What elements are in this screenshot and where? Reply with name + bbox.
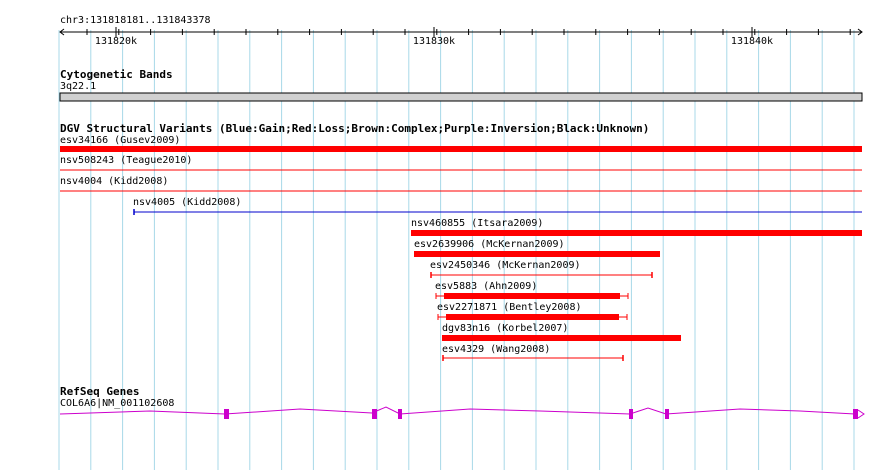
variant-label: esv4329 (Wang2008): [442, 344, 551, 355]
gene-model: [59, 406, 865, 419]
variant-bar: [442, 335, 681, 341]
gene-strand-arrow: [857, 409, 865, 419]
gene-exon: [853, 409, 858, 419]
gene-label: COL6A6|NM_001102608: [60, 398, 175, 409]
ruler-tick-label: 131820k: [94, 36, 138, 47]
variant-label: nsv460855 (Itsara2009): [411, 218, 544, 229]
gene-exon: [372, 409, 377, 419]
cytoband-track-title: Cytogenetic Bands: [60, 68, 173, 81]
variant-label: esv2271871 (Bentley2008): [437, 302, 582, 313]
gene-exon: [224, 409, 229, 419]
variant-label: nsv4005 (Kidd2008): [133, 197, 242, 208]
gene-exon: [629, 409, 633, 419]
cytoband-bar: [59, 92, 863, 102]
cytoband-label: 3q22.1: [60, 81, 97, 92]
variant-label: nsv508243 (Teague2010): [60, 155, 193, 166]
ruler-location: chr3:131818181..131843378: [60, 15, 211, 26]
variant-bar: [446, 314, 619, 320]
variant-label: esv5883 (Ahn2009): [435, 281, 538, 292]
dgv-track-title: DGV Structural Variants (Blue:Gain;Red:L…: [60, 122, 650, 135]
gene-exon: [665, 409, 669, 419]
cytoband-3q22-1: [59, 92, 863, 102]
gene-exon: [398, 409, 402, 419]
gene-intron-line: [59, 406, 856, 415]
variant-bar: [444, 293, 620, 299]
variant-bar: [411, 230, 862, 236]
variant-label: dgv83n16 (Korbel2007): [442, 323, 569, 334]
variant-label: esv2450346 (McKernan2009): [430, 260, 581, 271]
variant-label: nsv4004 (Kidd2008): [60, 176, 169, 187]
variant-bar: [414, 251, 660, 257]
refseq-track-title: RefSeq Genes: [60, 385, 140, 398]
ruler-tick-label: 131830k: [412, 36, 456, 47]
variant-label: esv2639906 (McKernan2009): [414, 239, 565, 250]
ruler-tick-label: 131840k: [730, 36, 774, 47]
variant-label: esv34166 (Gusev2009): [60, 135, 181, 146]
